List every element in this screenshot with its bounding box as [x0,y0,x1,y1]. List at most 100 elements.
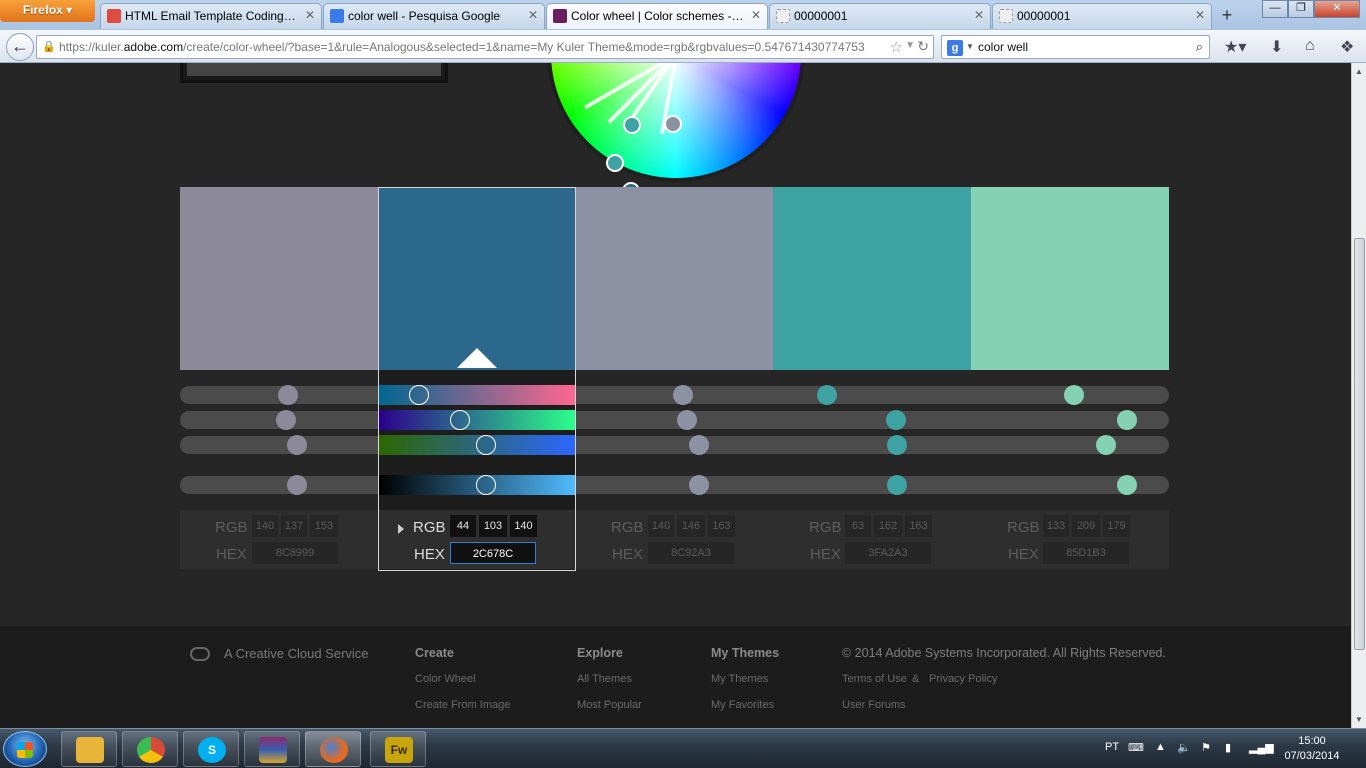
hex-value[interactable]: 85D1B3 [1043,542,1129,564]
b-value[interactable]: 163 [905,515,932,537]
tab-00000001-b[interactable]: 00000001 ✕ [992,3,1212,29]
tab-00000001-a[interactable]: 00000001 ✕ [769,3,991,29]
show-hidden-icons[interactable]: ▲ [1155,741,1166,753]
footer-link-my-themes[interactable]: My Themes [711,673,768,685]
system-clock[interactable]: 15:00 07/03/2014 [1283,734,1341,764]
footer-link-terms[interactable]: Terms of Use [842,673,907,685]
search-engine-icon[interactable]: g [947,40,963,56]
slider-knob[interactable] [677,410,697,430]
g-input[interactable]: 103 [479,515,507,537]
start-button[interactable] [3,731,47,767]
swatch-3[interactable] [576,187,774,370]
bookmarks-icon[interactable]: ★▾ [1224,37,1246,57]
firefox-menu-button[interactable]: Firefox ▾ [0,0,95,22]
search-icon[interactable]: ⌕ [1196,39,1203,55]
slider-knob[interactable] [1096,435,1116,455]
r-value[interactable]: 63 [845,515,871,537]
green-slider-knob[interactable] [450,410,470,430]
addon-icon[interactable]: ❖ [1340,37,1354,57]
green-slider-track[interactable] [180,411,1169,429]
tab-color-wheel[interactable]: Color wheel | Color schemes - A... ✕ [546,3,768,29]
b-input[interactable]: 140 [510,515,537,537]
swatch-1[interactable] [180,187,378,370]
slider-knob[interactable] [1064,385,1084,405]
hex-input[interactable]: 2C678C [450,542,536,564]
footer-link-most-popular[interactable]: Most Popular [577,699,642,711]
brightness-slider-track[interactable] [180,476,1169,494]
hex-value[interactable]: 8C92A3 [648,542,734,564]
slider-knob[interactable] [1117,410,1137,430]
slider-knob[interactable] [278,385,298,405]
taskbar-skype[interactable]: S [183,731,239,767]
taskbar-explorer[interactable] [61,731,117,767]
swatch-5[interactable] [971,187,1169,370]
g-value[interactable]: 162 [874,515,902,537]
reload-icon[interactable]: ↻ [917,38,929,55]
r-value[interactable]: 140 [252,515,278,537]
swatch-4[interactable] [773,187,971,370]
back-button[interactable]: ← [6,33,34,61]
wheel-handle[interactable] [623,116,641,134]
tab-close-icon[interactable]: ✕ [528,8,538,22]
keyboard-icon[interactable]: ⌨ [1128,741,1144,754]
search-bar[interactable]: g ▼ color well ⌕ [941,35,1210,59]
page-scrollbar[interactable]: ▲ ▼ [1351,63,1366,728]
footer-link-privacy[interactable]: Privacy Policy [929,673,997,685]
tab-close-icon[interactable]: ✕ [974,8,984,22]
red-slider-knob[interactable] [409,385,429,405]
footer-link-all-themes[interactable]: All Themes [577,673,632,685]
downloads-icon[interactable]: ⬇ [1270,37,1283,57]
color-wheel[interactable] [551,63,801,200]
slider-knob[interactable] [886,410,906,430]
blue-slider-track[interactable] [180,436,1169,454]
language-indicator[interactable]: PT [1105,741,1119,753]
g-value[interactable]: 209 [1072,515,1100,537]
scroll-down-icon[interactable]: ▼ [1355,715,1363,724]
brightness-slider-knob[interactable] [476,475,496,495]
wheel-handle[interactable] [606,154,624,172]
footer-link-color-wheel[interactable]: Color Wheel [415,673,476,685]
network-alert-icon[interactable]: ⚑ [1201,741,1211,754]
close-window-button[interactable]: ✕ [1314,0,1360,18]
tab-html-email[interactable]: HTML Email Template Coding S... ✕ [100,3,322,29]
slider-knob[interactable] [1117,475,1137,495]
slider-knob[interactable] [287,475,307,495]
wheel-handle[interactable] [664,115,682,133]
slider-knob[interactable] [689,435,709,455]
restore-button[interactable]: ❐ [1288,0,1314,18]
slider-knob[interactable] [887,435,907,455]
slider-knob[interactable] [887,475,907,495]
r-value[interactable]: 140 [648,515,674,537]
hex-value[interactable]: 8C8999 [252,542,338,564]
scroll-up-icon[interactable]: ▲ [1355,67,1363,76]
power-icon[interactable]: ▮ [1225,741,1231,754]
b-value[interactable]: 179 [1103,515,1130,537]
taskbar-fireworks[interactable]: Fw [370,731,426,767]
tab-close-icon[interactable]: ✕ [305,8,315,22]
tab-google-search[interactable]: color well - Pesquisa Google ✕ [323,3,545,29]
r-value[interactable]: 133 [1043,515,1069,537]
volume-icon[interactable]: 🔈 [1177,741,1191,754]
slider-knob[interactable] [287,435,307,455]
new-tab-button[interactable]: + [1214,4,1240,28]
history-dropdown-icon[interactable]: ▼ [905,40,915,51]
footer-link-create-from-image[interactable]: Create From Image [415,699,510,711]
blue-slider-knob[interactable] [476,435,496,455]
minimize-button[interactable]: — [1262,0,1288,18]
address-bar[interactable]: 🔒 https://kuler.adobe.com/create/color-w… [36,35,934,59]
hex-value[interactable]: 3FA2A3 [845,542,931,564]
slider-knob[interactable] [817,385,837,405]
taskbar-winrar[interactable] [244,731,300,767]
tab-close-icon[interactable]: ✕ [751,8,761,22]
g-value[interactable]: 137 [281,515,307,537]
home-icon[interactable]: ⌂ [1305,37,1315,55]
slider-knob[interactable] [673,385,693,405]
taskbar-chrome[interactable] [122,731,178,767]
swatch-2-selected[interactable] [378,187,576,370]
footer-link-user-forums[interactable]: User Forums [842,699,906,711]
green-gradient-slider[interactable] [379,410,575,430]
footer-link-my-favorites[interactable]: My Favorites [711,699,774,711]
slider-knob[interactable] [276,410,296,430]
taskbar-firefox[interactable] [305,731,361,767]
r-input[interactable]: 44 [450,515,476,537]
